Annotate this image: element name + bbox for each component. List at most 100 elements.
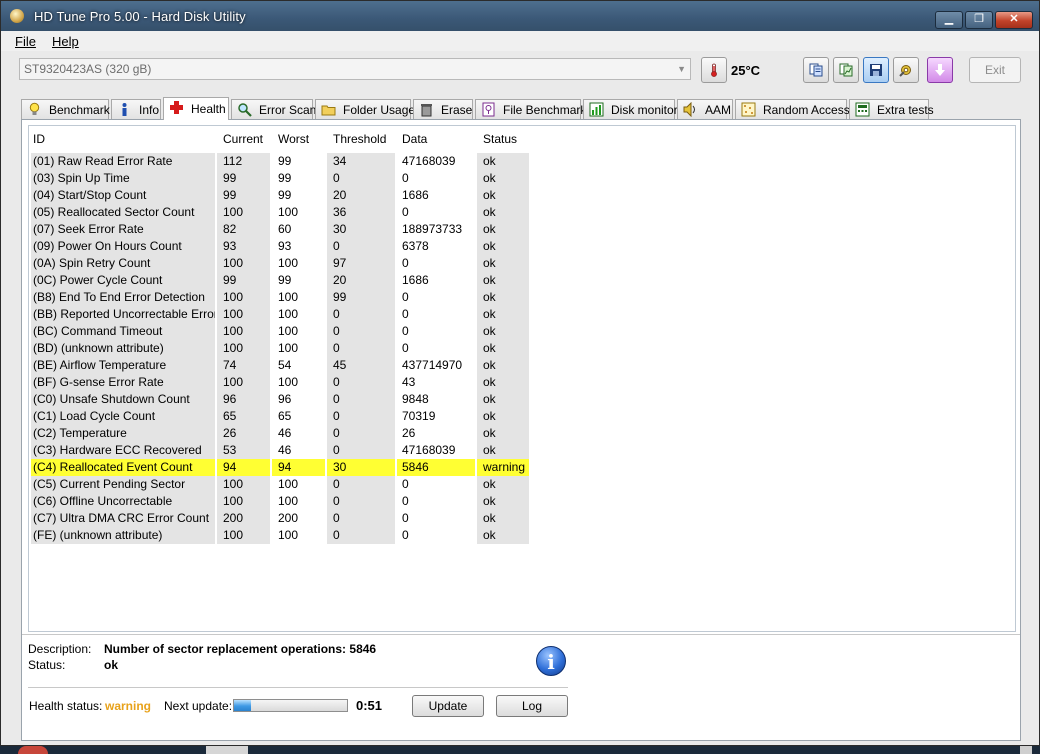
cell-data: 0 [402, 528, 409, 542]
column-header-status[interactable]: Status [483, 132, 517, 146]
tab-benchmark[interactable]: Benchmark [21, 99, 110, 119]
cell-data: 43 [402, 375, 416, 389]
dropdown-arrow-icon[interactable]: ▼ [677, 59, 686, 79]
tab-extra-tests[interactable]: Extra tests [849, 99, 934, 119]
table-row[interactable]: (C6) Offline Uncorrectable 100 100 0 0 ok [29, 493, 1009, 510]
minimize-button[interactable]: ▁ [935, 11, 963, 29]
minimize-icon: ▁ [944, 13, 954, 25]
column-header-threshold[interactable]: Threshold [333, 132, 386, 146]
table-row[interactable]: (05) Reallocated Sector Count 100 100 36 0 ok [29, 204, 1009, 221]
tab-aam-label: AAM [705, 103, 732, 117]
cell-status: ok [477, 493, 529, 510]
cell-data: 9848 [402, 392, 429, 406]
tab-health[interactable]: Health [163, 97, 229, 120]
table-row[interactable]: (C5) Current Pending Sector 100 100 0 0 ok [29, 476, 1009, 493]
table-row[interactable]: (C3) Hardware ECC Recovered 53 46 0 47168039… [29, 442, 1009, 459]
monitor-chart-icon [589, 102, 604, 117]
down-arrow-icon [935, 64, 945, 76]
cell-id: (0A) Spin Retry Count [31, 255, 215, 272]
cell-data: 0 [402, 256, 409, 270]
temperature-readout: 25°C [731, 63, 761, 78]
cell-current: 100 [217, 289, 270, 306]
info-button[interactable]: i [536, 646, 566, 676]
progress-fill [234, 700, 251, 711]
tab-error-scan[interactable]: Error Scan [231, 99, 316, 119]
table-row[interactable]: (09) Power On Hours Count 93 93 0 6378 ok [29, 238, 1009, 255]
title-bar[interactable]: HD Tune Pro 5.00 - Hard Disk Utility ▁ ❐… [1, 1, 1039, 31]
tab-file-benchmark-label: File Benchmark [503, 103, 587, 117]
table-row[interactable]: (C7) Ultra DMA CRC Error Count 200 200 0 0 ok [29, 510, 1009, 527]
table-row[interactable]: (C4) Reallocated Event Count 94 94 30 5846 wa… [29, 459, 1009, 476]
cell-current: 96 [217, 391, 270, 408]
random-dots-icon [741, 102, 756, 117]
tab-disk-monitor[interactable]: Disk monitor [583, 99, 678, 119]
table-row[interactable]: (BC) Command Timeout 100 100 0 0 ok [29, 323, 1009, 340]
taskbar [0, 746, 1040, 754]
cell-worst: 99 [278, 171, 292, 185]
close-button[interactable]: ✕ [995, 11, 1033, 29]
table-row[interactable]: (01) Raw Read Error Rate 112 99 34 47168039 o… [29, 153, 1009, 170]
cell-worst: 94 [272, 459, 325, 476]
cell-current: 200 [217, 510, 270, 527]
table-row[interactable]: (0A) Spin Retry Count 100 100 97 0 ok [29, 255, 1009, 272]
taskbar-item[interactable] [206, 746, 248, 754]
save-button[interactable] [863, 57, 889, 83]
menu-file[interactable]: File [15, 34, 36, 49]
copy-info-button[interactable] [803, 57, 829, 83]
table-row[interactable]: (B8) End To End Error Detection 100 100 99 0… [29, 289, 1009, 306]
options-button[interactable] [893, 57, 919, 83]
table-row[interactable]: (C2) Temperature 26 46 0 26 ok [29, 425, 1009, 442]
table-row[interactable]: (07) Seek Error Rate 82 60 30 188973733 ok [29, 221, 1009, 238]
start-orb[interactable] [18, 746, 48, 754]
column-header-data[interactable]: Data [402, 132, 427, 146]
show-desktop-button[interactable] [1020, 746, 1032, 754]
table-row[interactable]: (BB) Reported Uncorrectable Errors 100 100… [29, 306, 1009, 323]
cell-id: (C2) Temperature [31, 425, 215, 442]
cell-worst: 65 [278, 409, 292, 423]
tab-disk-monitor-label: Disk monitor [611, 103, 678, 117]
copy-chart-icon [839, 63, 853, 77]
tab-info[interactable]: Info [111, 99, 161, 119]
table-row[interactable]: (FE) (unknown attribute) 100 100 0 0 ok [29, 527, 1009, 544]
cell-threshold: 0 [327, 510, 395, 527]
cell-status: ok [477, 306, 529, 323]
cell-threshold: 0 [327, 374, 395, 391]
smart-attributes-table[interactable]: ID Current Worst Threshold Data Status (… [28, 125, 1016, 632]
table-row[interactable]: (BF) G-sense Error Rate 100 100 0 43 ok [29, 374, 1009, 391]
copy-screenshot-button[interactable] [833, 57, 859, 83]
cell-status: ok [477, 340, 529, 357]
tab-folder-usage[interactable]: Folder Usage [315, 99, 415, 119]
drive-select[interactable]: ST9320423AS (320 gB) ▼ [19, 58, 691, 80]
download-button[interactable] [927, 57, 953, 83]
maximize-button[interactable]: ❐ [965, 11, 993, 29]
cell-id: (BC) Command Timeout [31, 323, 215, 340]
table-row[interactable]: (BD) (unknown attribute) 100 100 0 0 ok [29, 340, 1009, 357]
column-header-current[interactable]: Current [223, 132, 263, 146]
table-row[interactable]: (C0) Unsafe Shutdown Count 96 96 0 9848 ok [29, 391, 1009, 408]
window-title: HD Tune Pro 5.00 - Hard Disk Utility [34, 9, 246, 24]
copy-icon [809, 63, 823, 77]
table-row[interactable]: (0C) Power Cycle Count 99 99 20 1686 ok [29, 272, 1009, 289]
health-panel: ID Current Worst Threshold Data Status (… [21, 119, 1021, 741]
table-row[interactable]: (BE) Airflow Temperature 74 54 45 437714970 o… [29, 357, 1009, 374]
tab-erase[interactable]: Erase [413, 99, 473, 119]
column-header-worst[interactable]: Worst [278, 132, 309, 146]
cell-data: 70319 [402, 409, 436, 423]
cell-threshold: 0 [327, 493, 395, 510]
menu-help[interactable]: Help [52, 34, 79, 49]
table-row[interactable]: (03) Spin Up Time 99 99 0 0 ok [29, 170, 1009, 187]
column-header-id[interactable]: ID [33, 132, 45, 146]
tab-random-access[interactable]: Random Access [735, 99, 850, 119]
cell-id: (BD) (unknown attribute) [31, 340, 215, 357]
table-row[interactable]: (04) Start/Stop Count 99 99 20 1686 ok [29, 187, 1009, 204]
table-row[interactable]: (C1) Load Cycle Count 65 65 0 70319 ok [29, 408, 1009, 425]
cell-id: (C0) Unsafe Shutdown Count [31, 391, 215, 408]
tab-file-benchmark[interactable]: File Benchmark [475, 99, 586, 119]
temperature-button[interactable] [701, 57, 727, 83]
exit-button[interactable]: Exit [969, 57, 1021, 83]
tab-aam[interactable]: AAM [677, 99, 733, 119]
cell-threshold: 0 [327, 442, 395, 459]
cell-threshold: 0 [327, 527, 395, 544]
log-button[interactable]: Log [496, 695, 568, 717]
update-button[interactable]: Update [412, 695, 484, 717]
